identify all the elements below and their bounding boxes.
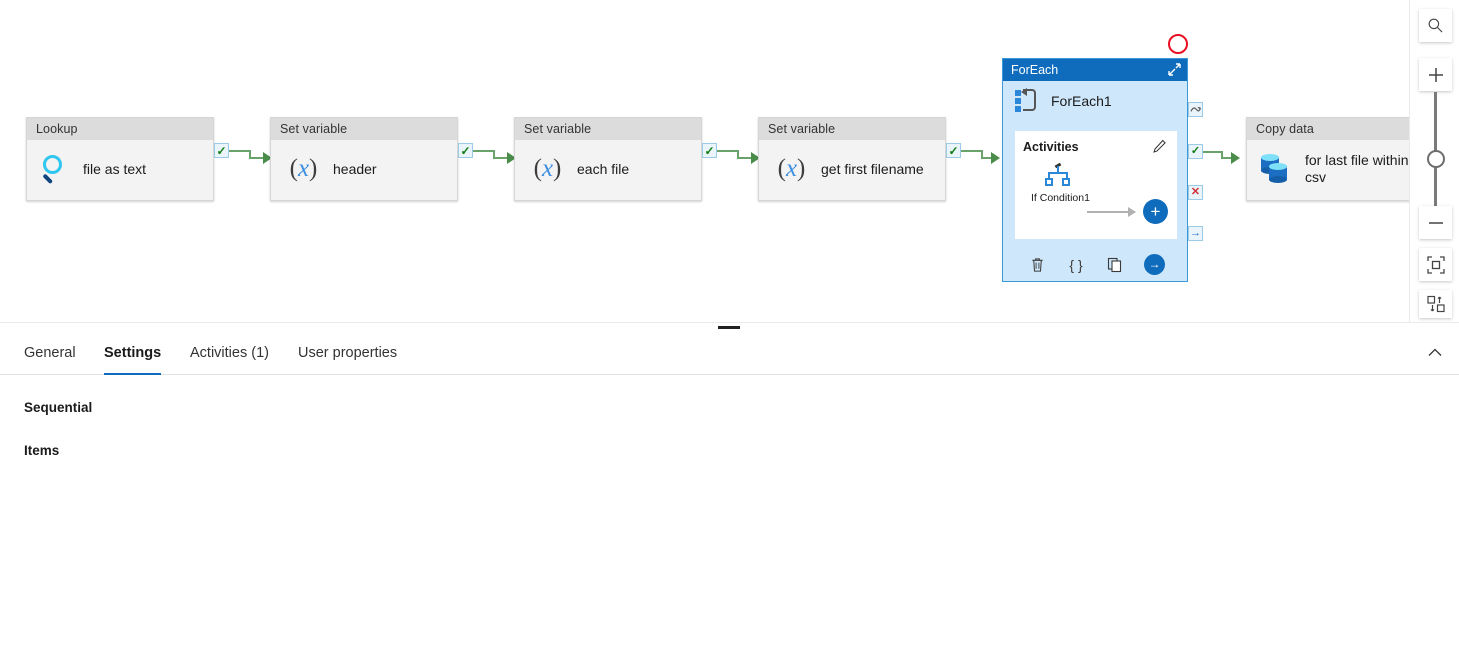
activities-header: Activities [1015, 131, 1177, 154]
sequential-label: Sequential [24, 400, 93, 415]
canvas-zoom-toolbar [1409, 0, 1459, 322]
activities-label: Activities [1023, 139, 1079, 154]
annotation-red-circle [1168, 34, 1188, 54]
node-name-label: get first filename [821, 160, 924, 177]
node-name-label: ForEach1 [1051, 93, 1112, 109]
auto-align-icon[interactable] [1419, 290, 1452, 318]
success-handle[interactable]: ✓ [1188, 144, 1203, 159]
code-braces-icon[interactable]: { } [1066, 255, 1086, 275]
node-type-label: Set variable [759, 118, 945, 140]
collapse-diagonal-icon[interactable] [1165, 61, 1183, 79]
pipeline-canvas[interactable]: Lookup file as text ✓ Set variable (x) h… [0, 0, 1409, 322]
completion-handle[interactable]: → [1188, 226, 1203, 241]
activity-node-set-variable-each-file[interactable]: Set variable (x) each file [514, 117, 702, 201]
inner-activity-label: If Condition1 [1031, 192, 1090, 204]
activity-node-lookup[interactable]: Lookup file as text [26, 117, 214, 201]
foreach-activities-container[interactable]: Activities If Condition1 + [1015, 131, 1177, 239]
connector-line [717, 150, 739, 152]
node-name-label: each file [577, 160, 630, 177]
success-handle[interactable]: ✓ [946, 143, 961, 158]
activity-node-set-variable-header[interactable]: Set variable (x) header [270, 117, 458, 201]
zoom-in-icon[interactable] [1419, 58, 1452, 91]
clone-icon[interactable] [1105, 255, 1125, 275]
search-icon[interactable] [1419, 9, 1452, 42]
settings-form: Sequential Items @skip(array(split(activ… [0, 376, 1459, 668]
node-name-label: for last file within csv [1305, 152, 1409, 185]
set-variable-icon: (x) [289, 155, 318, 182]
properties-tabbar: General Settings Activities (1) User pro… [0, 331, 1459, 375]
activity-node-foreach[interactable]: ForEach ForEach1 Activities If Condition… [1002, 58, 1188, 282]
node-type-label: Lookup [27, 118, 213, 140]
node-type-label: ForEach [1011, 63, 1059, 77]
tab-activities[interactable]: Activities (1) [190, 331, 269, 375]
foreach-icon [1015, 88, 1041, 113]
panel-splitter[interactable] [0, 322, 1459, 331]
activity-node-set-variable-get-first-filename[interactable]: Set variable (x) get first filename [758, 117, 946, 201]
fit-screen-icon[interactable] [1419, 248, 1452, 281]
foreach-title-row: ForEach1 [1003, 81, 1187, 119]
tab-general[interactable]: General [24, 331, 76, 375]
node-type-label: Copy data [1247, 118, 1409, 140]
tab-user-properties[interactable]: User properties [298, 331, 397, 375]
trash-icon[interactable] [1027, 255, 1047, 275]
failure-handle[interactable]: ✕ [1188, 185, 1203, 200]
connector-arrow [1231, 152, 1240, 164]
success-handle[interactable]: ✓ [458, 143, 473, 158]
success-handle[interactable]: ✓ [702, 143, 717, 158]
add-activity-button[interactable]: + [1143, 199, 1168, 224]
connector-arrow [991, 152, 1000, 164]
success-handle[interactable]: ✓ [214, 143, 229, 158]
node-type-label: Set variable [515, 118, 701, 140]
connector-line [961, 150, 983, 152]
zoom-out-icon[interactable] [1419, 206, 1452, 239]
database-copy-icon [1261, 154, 1293, 184]
if-condition-icon [1045, 162, 1071, 186]
skip-handle[interactable] [1188, 102, 1203, 117]
pipeline-editor: Lookup file as text ✓ Set variable (x) h… [0, 0, 1459, 668]
foreach-toolbar[interactable]: { } → [1003, 254, 1189, 275]
magnifier-icon [41, 154, 71, 184]
tab-settings[interactable]: Settings [104, 331, 162, 375]
splitter-grip[interactable] [718, 326, 740, 329]
set-variable-icon: (x) [777, 155, 806, 182]
run-arrow-icon[interactable]: → [1144, 254, 1165, 275]
node-name-label: header [333, 160, 377, 177]
chevron-up-icon[interactable] [1423, 341, 1447, 365]
node-type-label: Set variable [271, 118, 457, 140]
foreach-header: ForEach [1003, 59, 1187, 81]
zoom-slider-handle[interactable] [1427, 150, 1445, 168]
activity-node-copy-data[interactable]: Copy data for last file within csv [1246, 117, 1409, 201]
pencil-icon[interactable] [1152, 139, 1167, 154]
node-name-label: file as text [83, 160, 147, 177]
set-variable-icon: (x) [533, 155, 562, 182]
items-label: Items [24, 443, 60, 458]
inner-activity-area[interactable]: If Condition1 + [1015, 154, 1177, 228]
connector-line [229, 150, 251, 152]
connector-line [473, 150, 495, 152]
connector-line [1203, 151, 1223, 153]
inner-flow-arrow [1087, 207, 1136, 217]
